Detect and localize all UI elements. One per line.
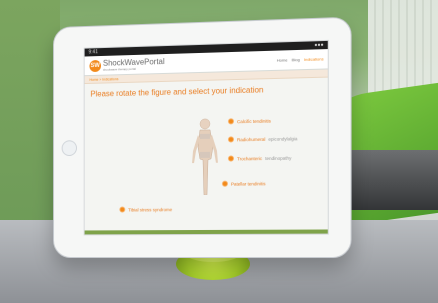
home-button[interactable]	[61, 140, 77, 157]
hotspot-dot	[221, 180, 228, 187]
nav-blog[interactable]: Blog	[292, 57, 300, 62]
logo-icon: SW	[89, 59, 102, 73]
window-left	[0, 0, 60, 230]
main-nav: Home Blog Indications	[277, 56, 324, 62]
nav-indications[interactable]: Indications	[304, 56, 324, 62]
tablet-device: 9:41 ●●● SW ShockWavePortal shockwave th…	[53, 16, 352, 259]
hotspot-dot	[227, 118, 234, 125]
hotspot-sublabel: epicondylalgia	[268, 135, 298, 142]
photo-scene: 9:41 ●●● SW ShockWavePortal shockwave th…	[0, 0, 438, 303]
hotspot-dot	[227, 136, 234, 143]
hotspot-calcific-tendinitis[interactable]: Calcific tendinitis	[227, 118, 271, 125]
hotspot-label: Tibial stress syndrome	[128, 206, 173, 212]
hotspot-dot	[119, 206, 126, 213]
hotspot-label: Radiohumeral	[237, 136, 266, 142]
status-time: 9:41	[88, 49, 98, 56]
hotspot-patellar-tendinitis[interactable]: Patellar tendinitis	[221, 180, 266, 187]
hotspot-label: Calcific tendinitis	[237, 118, 271, 124]
page-title: Please rotate the figure and select your…	[90, 85, 264, 99]
tablet-screen: 9:41 ●●● SW ShockWavePortal shockwave th…	[83, 39, 329, 236]
hotspot-label: Patellar tendinitis	[230, 180, 266, 187]
nav-home[interactable]: Home	[277, 57, 288, 62]
footer-bar	[84, 229, 328, 236]
brand-tagline: shockwave therapy portal	[102, 66, 136, 72]
hotspot-dot	[227, 155, 234, 162]
content-area: Please rotate the figure and select your…	[84, 77, 328, 236]
hotspot-sublabel: tendinopathy	[265, 155, 292, 161]
hotspot-trochanteric[interactable]: Trochanteric tendinopathy	[227, 155, 292, 162]
hotspot-tibial-stress[interactable]: Tibial stress syndrome	[119, 206, 173, 213]
hotspot-radiohumeral[interactable]: Radiohumeral epicondylalgia	[227, 135, 298, 143]
body-figure[interactable]	[188, 117, 222, 196]
hotspot-label: Trochanteric	[237, 155, 263, 161]
status-icons: ●●●	[314, 42, 324, 49]
